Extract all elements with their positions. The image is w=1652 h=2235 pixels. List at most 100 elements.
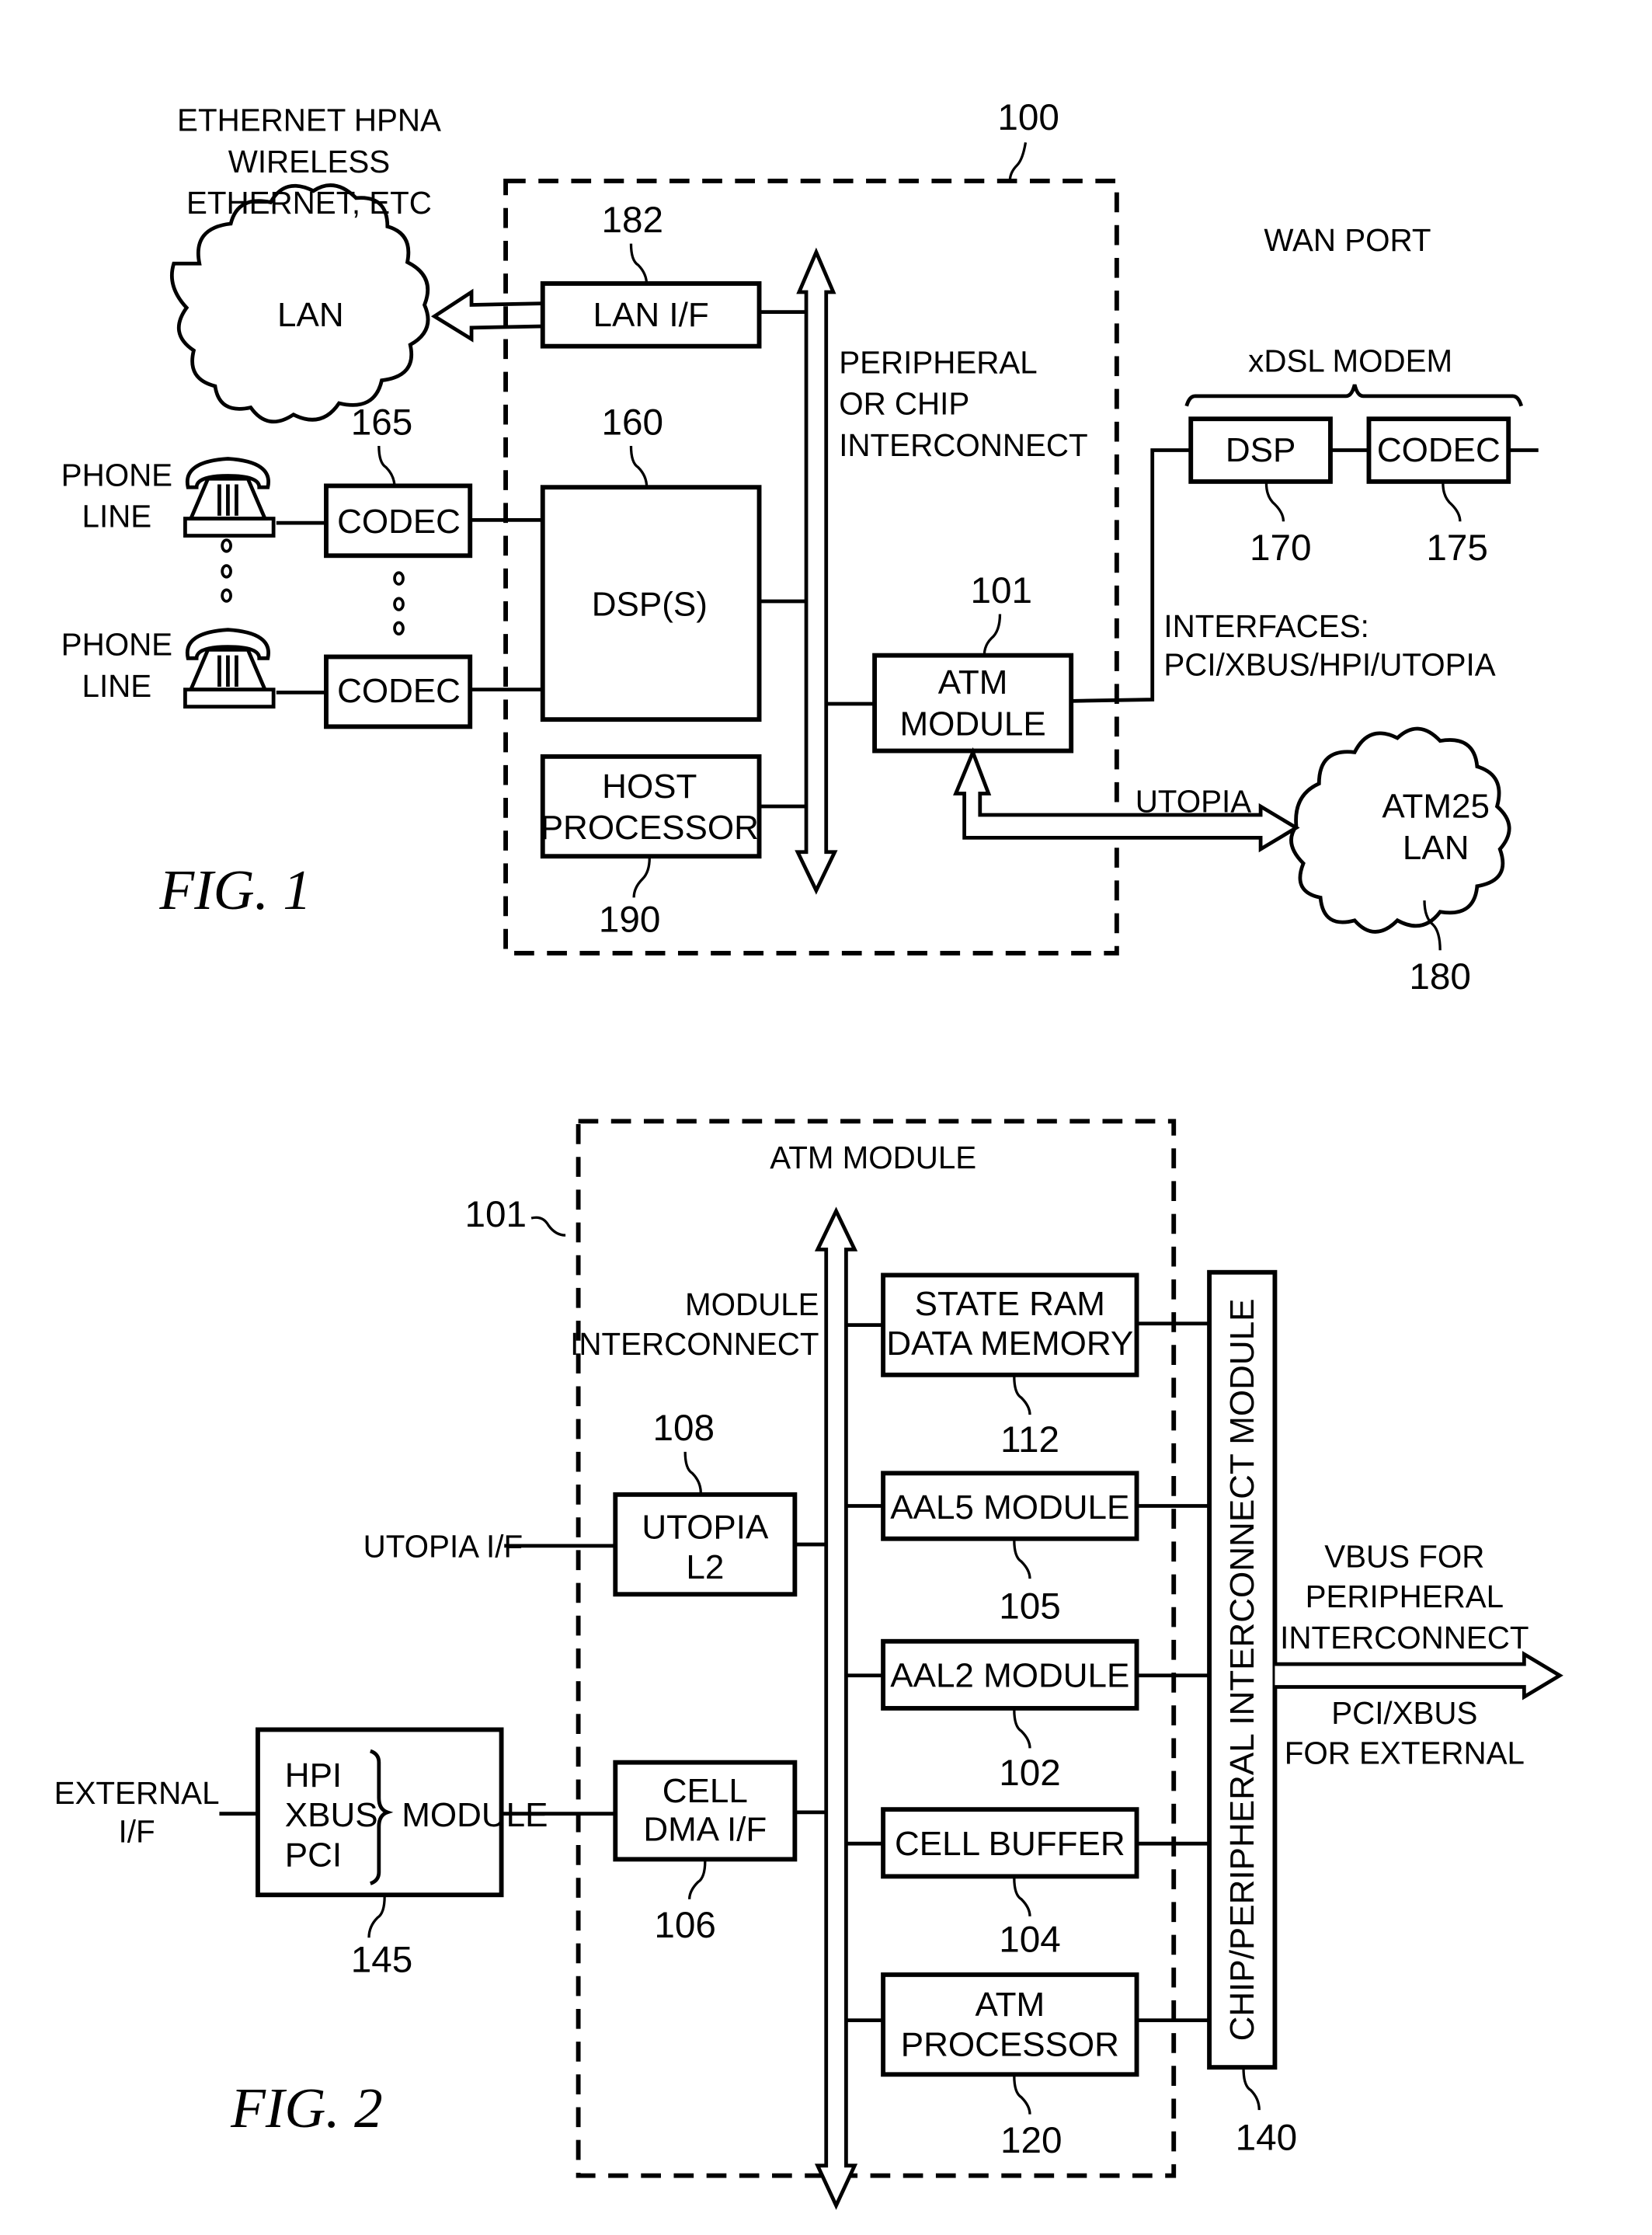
atm-module-label-1: ATM	[938, 663, 1008, 701]
bus-label-2: OR CHIP	[839, 386, 969, 422]
host-label-1: HOST	[602, 768, 697, 806]
leader-108	[683, 1451, 702, 1494]
pci-xbus-label-2: FOR EXTERNAL	[1285, 1735, 1525, 1770]
patent-figures: ETHERNET HPNA WIRELESS ETHERNET, ETC LAN…	[54, 97, 1563, 2210]
state-ram-label-1: STATE RAM	[915, 1285, 1105, 1323]
leader-145	[367, 1896, 386, 1938]
ref-101-fig2: 101	[464, 1194, 527, 1235]
phone-label-1b: LINE	[82, 499, 152, 534]
chip-interconnect-label: CHIP/PERIPHERAL INTERCONNECT MODULE	[1223, 1298, 1261, 2041]
leader-182	[629, 243, 649, 285]
leader-160	[629, 446, 649, 488]
atm-processor-label-2: PROCESSOR	[901, 2025, 1119, 2063]
ext-item-pci: PCI	[285, 1836, 342, 1875]
host-label-2: PROCESSOR	[541, 809, 759, 847]
vbus-output-arrow	[1275, 1651, 1563, 1701]
ref-106: 106	[654, 1905, 716, 1946]
ref-100: 100	[997, 97, 1059, 138]
peripheral-bus-arrow	[795, 247, 838, 895]
ref-145: 145	[351, 1939, 413, 1980]
telephone-icon	[183, 457, 276, 538]
fig2: ATM MODULE 101 MODULE INTERCONNECT 108 U…	[54, 1119, 1563, 2210]
bus-label-1: PERIPHERAL	[839, 345, 1038, 381]
ref-140: 140	[1236, 2118, 1298, 2159]
phone-label-2a: PHONE	[61, 627, 172, 663]
ref-102: 102	[999, 1753, 1061, 1794]
atm25-cloud-icon	[1289, 726, 1511, 934]
dsp-label: DSP(S)	[592, 585, 708, 623]
xdsl-dsp-label: DSP	[1226, 431, 1296, 469]
vbus-label-2: PERIPHERAL	[1306, 1579, 1504, 1614]
codec-label-2: CODEC	[337, 672, 461, 710]
leader-100	[1008, 142, 1028, 181]
fig1: ETHERNET HPNA WIRELESS ETHERNET, ETC LAN…	[61, 97, 1539, 997]
lan-type-1: ETHERNET HPNA	[177, 103, 441, 138]
bus-label-3: INTERCONNECT	[839, 427, 1087, 463]
state-ram-label-2: DATA MEMORY	[886, 1325, 1133, 1363]
leader-104	[1013, 1878, 1031, 1916]
utopia-l2-label-2: L2	[686, 1548, 724, 1586]
ref-170: 170	[1250, 527, 1312, 569]
bus-label-interconnect: INTERCONNECT	[570, 1326, 819, 1362]
leader-112	[1013, 1376, 1031, 1415]
leader-165	[377, 446, 396, 488]
fig2-caption: FIG. 2	[230, 2077, 383, 2139]
wan-port-label: WAN PORT	[1264, 222, 1431, 258]
xdsl-codec-label: CODEC	[1377, 431, 1501, 469]
interfaces-label-2: PCI/XBUS/HPI/UTOPIA	[1163, 646, 1495, 682]
phone-label-1a: PHONE	[61, 457, 172, 493]
codec-ellipsis	[393, 571, 405, 635]
module-interconnect-arrow	[814, 1206, 858, 2210]
lan-if-label: LAN I/F	[593, 296, 709, 334]
lan-cloud-label: LAN	[277, 296, 344, 334]
phone-label-2b: LINE	[82, 668, 152, 704]
ref-104: 104	[999, 1920, 1061, 1961]
atm25-label-1: ATM25	[1382, 788, 1490, 826]
ref-190: 190	[599, 899, 661, 940]
ref-120: 120	[1000, 2120, 1062, 2161]
telephone-icon	[183, 628, 276, 709]
cell-dma-label-2: DMA I/F	[643, 1811, 767, 1849]
interfaces-label-1: INTERFACES:	[1163, 608, 1369, 644]
ref-175: 175	[1426, 527, 1488, 569]
atm-module-title: ATM MODULE	[770, 1140, 976, 1175]
atm-processor-label-1: ATM	[975, 1986, 1045, 2024]
lan-arrow	[430, 288, 543, 343]
leader-120	[1013, 2076, 1031, 2115]
fig1-caption: FIG. 1	[158, 858, 311, 921]
ref-182: 182	[602, 200, 664, 241]
utopia-if-label: UTOPIA I/F	[363, 1529, 523, 1565]
external-if-label-1: EXTERNAL	[54, 1775, 220, 1811]
leader-190	[632, 858, 651, 898]
leader-101	[983, 614, 1002, 656]
vbus-label-3: INTERCONNECT	[1280, 1620, 1529, 1655]
cell-buffer-label: CELL BUFFER	[895, 1825, 1125, 1863]
codec-label-1: CODEC	[337, 503, 461, 541]
leader-175	[1442, 482, 1462, 522]
cell-dma-label-1: CELL	[663, 1772, 748, 1810]
leader-106	[688, 1861, 707, 1899]
ref-101: 101	[971, 570, 1033, 611]
utopia-l2-label-1: UTOPIA	[642, 1509, 769, 1547]
atm-module-label-2: MODULE	[899, 705, 1045, 743]
bus-label-module: MODULE	[685, 1286, 819, 1322]
ref-165: 165	[351, 402, 413, 443]
leader-101-fig2	[530, 1216, 566, 1237]
xdsl-brace	[1184, 384, 1524, 407]
ref-112: 112	[1000, 1419, 1059, 1460]
aal2-label: AAL2 MODULE	[890, 1656, 1129, 1694]
xdsl-modem-label: xDSL MODEM	[1248, 343, 1452, 379]
ext-item-xbus: XBUS	[285, 1796, 378, 1834]
ref-105: 105	[999, 1586, 1061, 1627]
pci-xbus-label-1: PCI/XBUS	[1331, 1695, 1477, 1731]
leader-102	[1013, 1709, 1031, 1749]
aal5-label: AAL5 MODULE	[890, 1488, 1129, 1527]
phone-ellipsis	[221, 538, 232, 603]
lan-type-2: WIRELESS	[228, 144, 390, 179]
external-if-label-2: I/F	[119, 1813, 155, 1849]
leader-105	[1013, 1540, 1031, 1579]
vbus-label-1: VBUS FOR	[1324, 1538, 1484, 1574]
ref-108: 108	[653, 1408, 715, 1449]
atm25-label-2: LAN	[1403, 829, 1469, 867]
leader-170	[1264, 482, 1285, 522]
